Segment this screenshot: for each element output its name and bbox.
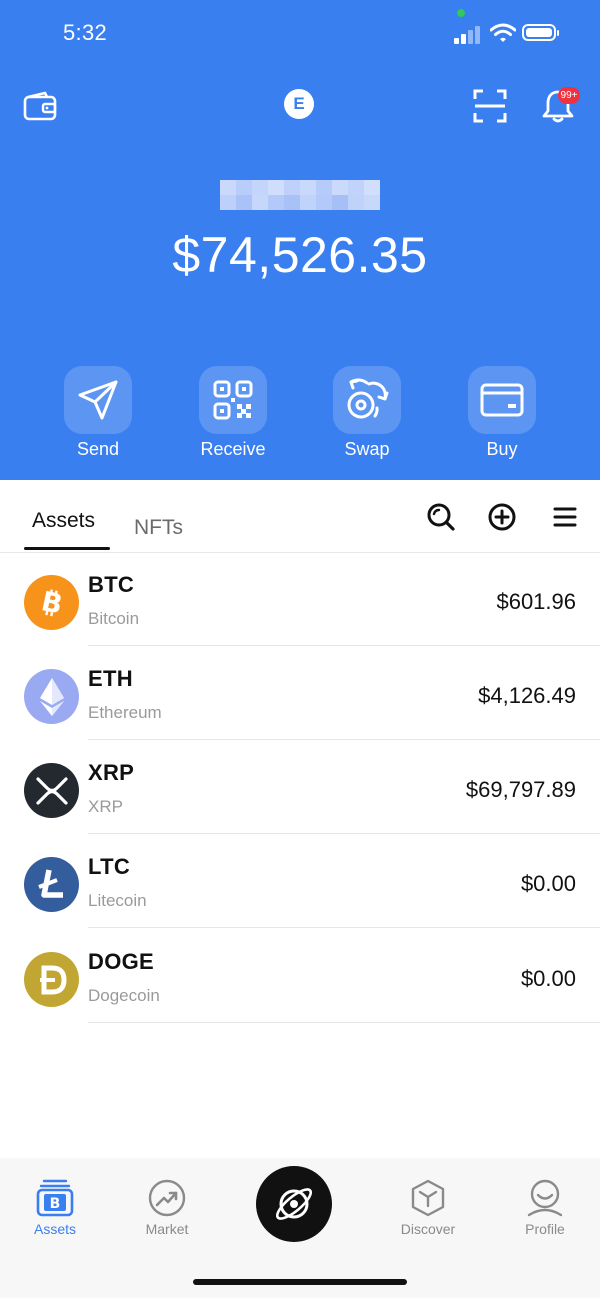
notifications-button[interactable]: 99+ bbox=[538, 86, 580, 126]
asset-symbol: ETH bbox=[88, 666, 133, 691]
dogecoin-icon bbox=[24, 952, 79, 1007]
swap-label: Swap bbox=[344, 439, 390, 459]
asset-row-btc[interactable]: B BTC Bitcoin $601.96 bbox=[0, 552, 600, 646]
asset-row-eth[interactable]: ETH Ethereum $4,126.49 bbox=[0, 646, 600, 740]
asset-tabs: Assets NFTs bbox=[0, 480, 600, 553]
masked-account-name bbox=[220, 180, 380, 210]
send-label: Send bbox=[76, 439, 120, 459]
send-button[interactable]: Send bbox=[48, 366, 148, 460]
nav-market[interactable]: Market bbox=[117, 1158, 217, 1237]
scan-icon bbox=[473, 89, 507, 123]
menu-icon bbox=[553, 507, 577, 527]
tab-assets[interactable]: Assets bbox=[32, 509, 95, 533]
nav-assets[interactable]: B Assets bbox=[5, 1158, 105, 1237]
search-button[interactable] bbox=[425, 501, 457, 533]
row-divider bbox=[88, 927, 600, 928]
tab-nfts[interactable]: NFTs bbox=[134, 516, 183, 540]
litecoin-icon bbox=[24, 857, 79, 912]
nav-discover[interactable]: Discover bbox=[378, 1158, 478, 1237]
battery-icon bbox=[522, 24, 559, 41]
privacy-indicator bbox=[457, 9, 465, 17]
search-icon bbox=[427, 503, 455, 531]
bottom-nav: B Assets Market Discover Profile bbox=[0, 1158, 600, 1298]
nav-profile[interactable]: Profile bbox=[495, 1158, 595, 1237]
receive-label: Receive bbox=[200, 439, 266, 459]
row-divider bbox=[88, 1022, 600, 1023]
wifi-icon bbox=[490, 23, 516, 42]
discover-cube-icon bbox=[411, 1179, 445, 1217]
app-logo[interactable]: E bbox=[284, 89, 314, 119]
header: 5:32 E 99+ $74,526.35 Send Receive Swap … bbox=[0, 0, 600, 480]
swap-button[interactable]: Swap bbox=[317, 366, 417, 460]
card-icon bbox=[480, 383, 524, 417]
asset-value: $0.00 bbox=[520, 966, 576, 991]
qr-code-icon bbox=[213, 380, 253, 420]
scan-button[interactable] bbox=[470, 86, 510, 126]
wallet-icon bbox=[23, 91, 57, 121]
asset-symbol: BTC bbox=[88, 572, 135, 597]
asset-name: Bitcoin bbox=[88, 609, 140, 628]
total-balance: $74,526.35 bbox=[172, 227, 428, 283]
asset-symbol: XRP bbox=[88, 760, 135, 785]
asset-name: Litecoin bbox=[88, 891, 147, 910]
nav-market-label: Market bbox=[145, 1221, 189, 1237]
asset-value: $4,126.49 bbox=[478, 683, 576, 708]
asset-value: $601.96 bbox=[496, 589, 576, 614]
send-icon bbox=[78, 380, 118, 420]
asset-name: Ethereum bbox=[88, 703, 162, 722]
xrp-icon bbox=[24, 763, 79, 818]
status-time: 5:32 bbox=[63, 20, 108, 45]
buy-label: Buy bbox=[486, 439, 518, 459]
asset-row-xrp[interactable]: XRP XRP $69,797.89 bbox=[0, 740, 600, 834]
bitcoin-icon: B bbox=[24, 575, 79, 630]
swap-icon bbox=[347, 378, 389, 419]
active-tab-indicator bbox=[24, 547, 110, 550]
asset-row-doge[interactable]: DOGE Dogecoin $0.00 bbox=[0, 929, 600, 1023]
asset-value: $69,797.89 bbox=[465, 777, 576, 802]
market-chart-icon bbox=[148, 1179, 186, 1217]
menu-button[interactable] bbox=[549, 501, 581, 533]
asset-symbol: LTC bbox=[88, 854, 131, 879]
asset-name: XRP bbox=[88, 797, 123, 816]
wallet-button[interactable] bbox=[22, 88, 58, 124]
asset-symbol: DOGE bbox=[88, 949, 154, 974]
ethereum-icon bbox=[24, 669, 79, 724]
asset-name: Dogecoin bbox=[88, 986, 160, 1005]
asset-value: $0.00 bbox=[520, 871, 576, 896]
receive-button[interactable]: Receive bbox=[183, 366, 283, 460]
assets-wallet-icon: B bbox=[36, 1179, 74, 1217]
svg-text:B: B bbox=[50, 1196, 61, 1212]
center-action-button[interactable] bbox=[256, 1166, 332, 1242]
asset-row-ltc[interactable]: LTC Litecoin $0.00 bbox=[0, 834, 600, 928]
home-indicator bbox=[193, 1279, 407, 1285]
nav-assets-label: Assets bbox=[33, 1221, 76, 1237]
profile-avatar-icon bbox=[527, 1179, 563, 1217]
nav-discover-label: Discover bbox=[400, 1221, 456, 1237]
signal-icon bbox=[454, 26, 484, 44]
buy-button[interactable]: Buy bbox=[452, 366, 552, 460]
nav-profile-label: Profile bbox=[525, 1221, 565, 1237]
add-circle-icon bbox=[488, 503, 516, 531]
notification-badge: 99+ bbox=[558, 87, 580, 104]
planet-orbit-icon bbox=[275, 1188, 313, 1220]
add-token-button[interactable] bbox=[486, 501, 518, 533]
